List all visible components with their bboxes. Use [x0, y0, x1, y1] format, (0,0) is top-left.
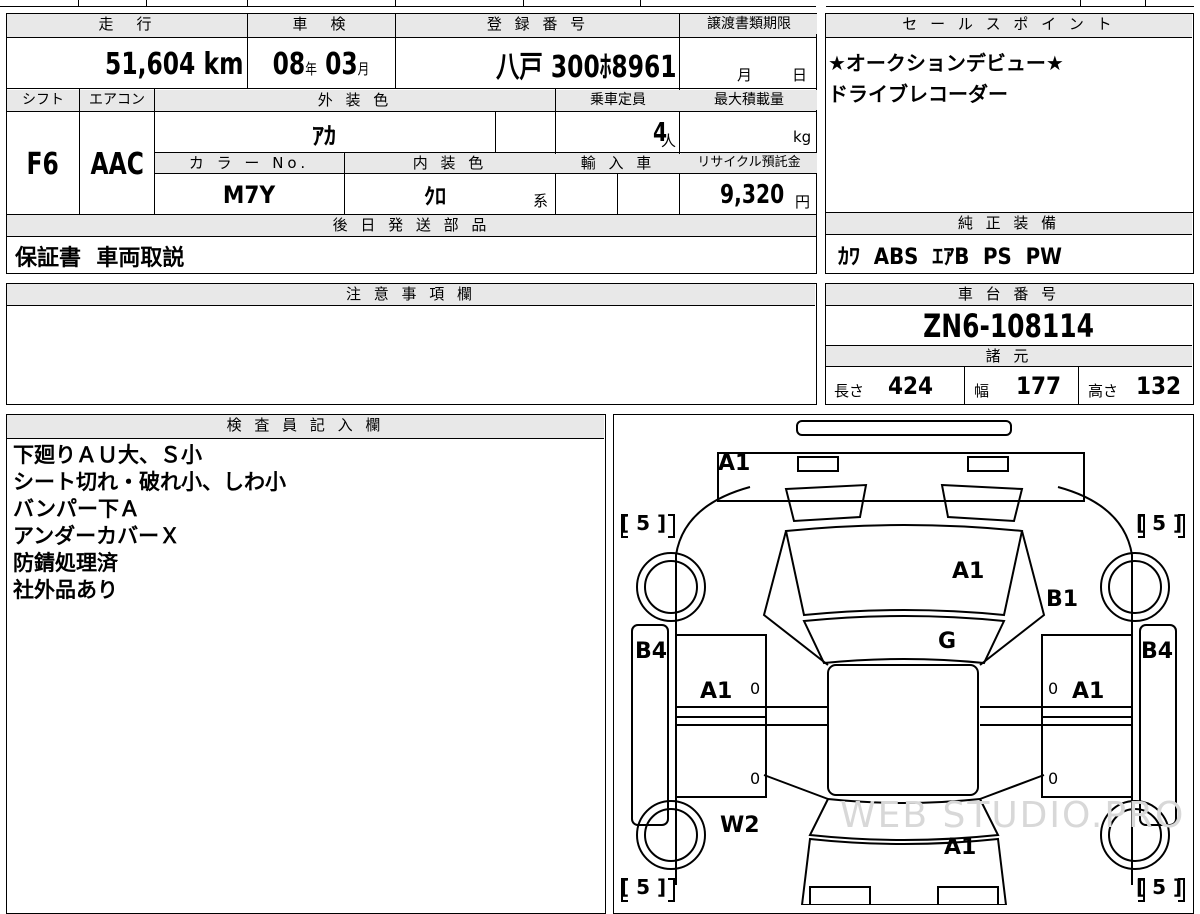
height-label: 高さ: [1088, 382, 1119, 400]
zero-mark: 0: [750, 769, 761, 788]
tire-fl: [ 5 ]: [620, 511, 667, 535]
shift-value: F6: [26, 146, 60, 182]
later-parts-header: 後 日 発 送 部 品: [7, 215, 816, 237]
interior-color-header: 内 装 色: [345, 153, 555, 173]
mark-right-door: A1: [1072, 679, 1105, 704]
exterior-color-header: 外 装 色: [155, 90, 555, 110]
transfer-month-unit: 月: [737, 66, 753, 84]
tire-rr: [ 5 ]: [1136, 875, 1183, 899]
transfer-deadline-header: 譲渡書類期限: [681, 14, 817, 34]
interior-color-unit: 系: [533, 192, 549, 210]
sales-point-2: ドライブレコーダー: [828, 82, 1008, 106]
aircon-value: AAC: [90, 146, 144, 182]
sales-points-header: セ ー ル ス ポ イ ン ト: [826, 14, 1192, 38]
capacity-header: 乗車定員: [557, 90, 679, 110]
caution-box: 注 意 事 項 欄: [6, 283, 817, 405]
note-line: 下廻りＡＵ大、Ｓ小: [13, 443, 202, 467]
caution-header: 注 意 事 項 欄: [7, 284, 815, 306]
mark-left-door: A1: [700, 679, 733, 704]
tire-rl: [ 5 ]: [620, 875, 667, 899]
color-no-header: カ ラ ー No.: [155, 153, 343, 173]
width-value: 177: [1016, 372, 1062, 400]
mark-right-pillar: B4: [1141, 639, 1174, 664]
chassis-value: ZN6-108114: [923, 307, 1095, 345]
aircon-header: エアコン: [80, 90, 154, 110]
mark-hood: A1: [952, 559, 985, 584]
max-load-unit: kg: [793, 128, 812, 146]
mileage-header: 走 行: [7, 14, 247, 34]
inspector-box: 検 査 員 記 入 欄 下廻りＡＵ大、Ｓ小 シート切れ・破れ小、しわ小 バンパー…: [6, 414, 606, 914]
zero-mark: 0: [1048, 679, 1059, 698]
recycle-unit: 円: [795, 193, 811, 211]
top-strip: [0, 0, 1200, 8]
mileage-value: 51,604 km: [104, 46, 243, 82]
registration-value: 八戸 300ﾎ8961: [496, 50, 677, 85]
watermark: WEB STUDIO.PRO: [840, 795, 1186, 836]
capacity-unit: 人: [661, 132, 677, 150]
equipment-header: 純 正 装 備: [826, 213, 1192, 235]
equipment-value: ｶﾜ ABS ｴｱB PS PW: [838, 245, 1062, 270]
color-no-value: M7Y: [222, 181, 276, 209]
note-line: 社外品あり: [13, 578, 118, 602]
note-line: バンパー下Ａ: [13, 497, 141, 521]
width-label: 幅: [974, 382, 990, 400]
sales-points-box: セ ー ル ス ポ イ ン ト ★オークションデビュー★ ドライブレコーダー: [825, 13, 1194, 213]
mark-trunk: A1: [944, 835, 977, 860]
equipment-box: 純 正 装 備 ｶﾜ ABS ｴｱB PS PW: [825, 212, 1194, 274]
height-value: 132: [1136, 372, 1182, 400]
exterior-color-value: ｱｶ: [312, 121, 336, 150]
shaken-header: 車 検: [248, 14, 394, 34]
recycle-value: 9,320: [719, 180, 784, 210]
length-label: 長さ: [834, 382, 865, 400]
mark-left-pillar: B4: [635, 639, 668, 664]
chassis-header: 車 台 番 号: [826, 284, 1192, 306]
mark-left-rear: W2: [720, 813, 760, 838]
tire-fr: [ 5 ]: [1136, 511, 1183, 535]
mark-windshield: G: [938, 629, 957, 654]
interior-color-value: ｸﾛ: [423, 185, 446, 210]
zero-mark: 0: [1048, 769, 1059, 788]
recycle-header: リサイクル預託金: [681, 153, 817, 173]
note-line: シート切れ・破れ小、しわ小: [13, 470, 286, 494]
inspector-notes: 下廻りＡＵ大、Ｓ小 シート切れ・破れ小、しわ小 バンパー下Ａ アンダーカバーＸ …: [13, 442, 286, 604]
max-load-header: 最大積載量: [681, 90, 817, 110]
mark-front-bumper: A1: [718, 451, 751, 476]
later-parts-value: 保証書 車両取説: [15, 246, 185, 271]
length-value: 424: [888, 372, 934, 400]
registration-header: 登 録 番 号: [397, 14, 679, 34]
mark-roof-right: B1: [1046, 587, 1079, 612]
chassis-box: 車 台 番 号 ZN6-108114 諸 元 長さ 424 幅 177 高さ 1…: [825, 283, 1194, 405]
specs-header: 諸 元: [826, 345, 1192, 367]
transfer-day-unit: 日: [792, 66, 808, 84]
note-line: 防錆処理済: [13, 551, 118, 575]
shift-header: シフト: [7, 90, 79, 110]
shaken-value: 08年 03月: [272, 46, 370, 82]
import-header: 輸 入 車: [557, 153, 679, 173]
info-table: 走 行 車 検 登 録 番 号 譲渡書類期限 51,604 km 08年 03月…: [6, 13, 817, 274]
note-line: アンダーカバーＸ: [13, 524, 181, 548]
inspector-header: 検 査 員 記 入 欄: [7, 415, 604, 439]
car-diagram-box: A1 A1 B1 G B4 B4 A1 A1 W2 A1 [ 5 ] [ 5 ]…: [613, 414, 1194, 914]
sales-point-1: ★オークションデビュー★: [828, 51, 1064, 75]
zero-mark: 0: [750, 679, 761, 698]
